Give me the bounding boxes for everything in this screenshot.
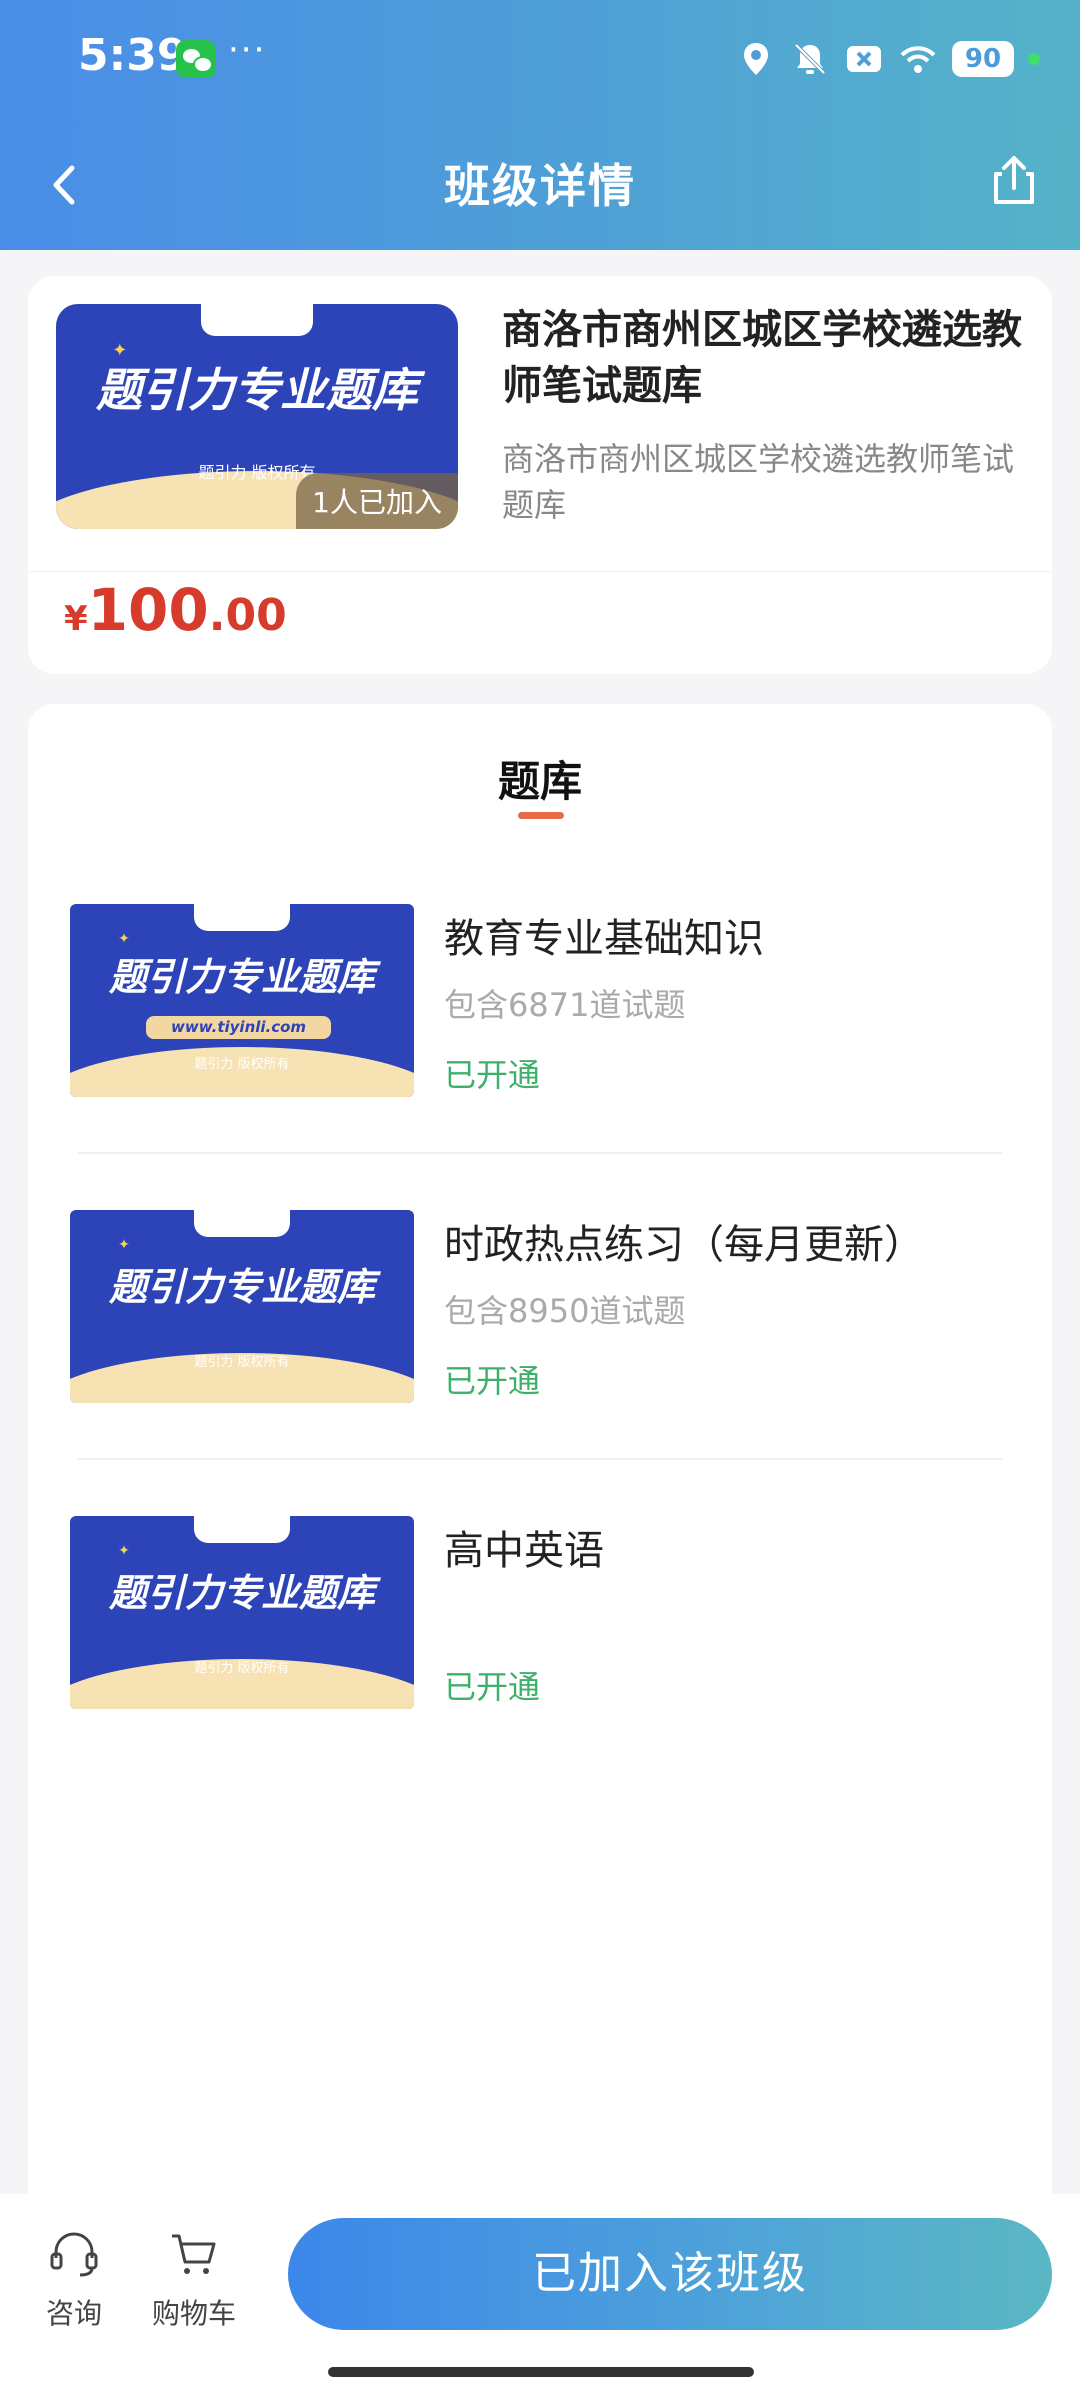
question-bank-section: 题库 ✦ 题引力专业题库 www.tiyinli.com 题引力 版权所有 教育… — [28, 704, 1052, 2204]
thumbnail-url: www.tiyinli.com — [145, 1015, 332, 1040]
battery-indicator: 90 — [952, 41, 1014, 77]
join-count-badge: 1人已加入 — [296, 473, 458, 529]
list-item[interactable]: ✦ 题引力专业题库 题引力 版权所有 高中英语 已开通 — [28, 1516, 1052, 1822]
close-box-icon — [847, 46, 881, 72]
item-thumbnail: ✦ 题引力专业题库 题引力 版权所有 — [70, 1516, 414, 1709]
item-thumbnail: ✦ 题引力专业题库 www.tiyinli.com 题引力 版权所有 — [70, 904, 414, 1097]
item-thumbnail: ✦ 题引力专业题库 题引力 版权所有 — [70, 1210, 414, 1403]
list-item[interactable]: ✦ 题引力专业题库 题引力 版权所有 时政热点练习（每月更新） 包含8950道试… — [28, 1210, 1052, 1516]
more-dots-icon: ··· — [228, 30, 267, 70]
item-count: 包含8950道试题 — [444, 1292, 686, 1330]
list-item[interactable]: ✦ 题引力专业题库 www.tiyinli.com 题引力 版权所有 教育专业基… — [28, 904, 1052, 1210]
item-status: 已开通 — [444, 1362, 541, 1400]
section-tab-indicator — [518, 812, 564, 819]
thumbnail-art: ✦ 题引力专业题库 www.tiyinli.com 题引力 版权所有 — [70, 904, 414, 1097]
cart-button[interactable]: 购物车 — [134, 2230, 254, 2332]
product-card: ✦ 题引力专业题库 题引力 版权所有 1人已加入 商洛市商州区城区学校遴选教师笔… — [28, 276, 1052, 674]
divider — [78, 1152, 1002, 1154]
status-icons: 90 — [736, 36, 1040, 82]
status-bar: 5:39 ··· 90 — [0, 0, 1080, 120]
headset-icon — [50, 2232, 98, 2277]
status-time: 5:39 — [78, 30, 188, 81]
price-integer: 100 — [87, 576, 209, 644]
thumbnail-brand: 题引力专业题库 — [108, 1571, 375, 1616]
thumbnail-copyright: 题引力 版权所有 — [194, 1056, 290, 1072]
item-status: 已开通 — [444, 1668, 541, 1706]
logo-tab — [200, 304, 314, 336]
cart-icon — [172, 2234, 216, 2274]
item-title: 高中英语 — [444, 1528, 604, 1574]
cart-label: 购物车 — [151, 2297, 236, 2330]
logo-tab — [193, 1210, 291, 1238]
star-icon: ✦ — [118, 931, 130, 948]
thumbnail-brand: 题引力专业题库 — [96, 362, 418, 417]
home-indicator[interactable] — [328, 2367, 754, 2377]
product-title: 商洛市商州区城区学校遴选教师笔试题库 — [502, 307, 1022, 409]
thumbnail-brand: 题引力专业题库 — [108, 955, 375, 1000]
privacy-dot — [1028, 53, 1040, 65]
divider — [78, 1458, 1002, 1460]
star-icon: ✦ — [118, 1543, 130, 1560]
header: 5:39 ··· 90 班级详情 — [0, 0, 1080, 250]
logo-tab — [193, 1516, 291, 1544]
price-decimal: .00 — [208, 590, 287, 641]
joined-class-button[interactable]: 已加入该班级 — [288, 2218, 1052, 2330]
star-icon: ✦ — [118, 1237, 130, 1254]
bell-off-icon — [794, 43, 826, 75]
page-title: 班级详情 — [444, 159, 636, 213]
share-icon[interactable] — [984, 150, 1044, 210]
product-subtitle: 商洛市商州区城区学校遴选教师笔试题库 — [502, 440, 1015, 524]
consult-label: 咨询 — [45, 2297, 102, 2330]
logo-tab — [193, 904, 291, 932]
item-status: 已开通 — [444, 1056, 541, 1094]
wechat-icon — [176, 40, 216, 78]
thumbnail-copyright: 题引力 版权所有 — [194, 1660, 290, 1676]
consult-button[interactable]: 咨询 — [14, 2230, 134, 2332]
thumbnail-art: ✦ 题引力专业题库 题引力 版权所有 — [70, 1516, 414, 1709]
divider — [28, 571, 1052, 572]
price-currency: ¥ — [64, 599, 88, 639]
wifi-icon — [900, 46, 936, 73]
item-count: 包含6871道试题 — [444, 986, 686, 1024]
price: ¥100.00 — [64, 576, 287, 644]
product-thumbnail: ✦ 题引力专业题库 题引力 版权所有 1人已加入 — [56, 304, 458, 529]
item-title: 教育专业基础知识 — [444, 916, 764, 962]
section-title: 题库 — [497, 757, 582, 806]
thumbnail-art: ✦ 题引力专业题库 题引力 版权所有 — [70, 1210, 414, 1403]
thumbnail-copyright: 题引力 版权所有 — [194, 1354, 290, 1370]
thumbnail-brand: 题引力专业题库 — [108, 1265, 375, 1310]
item-title: 时政热点练习（每月更新） — [444, 1222, 924, 1268]
location-icon — [744, 43, 768, 75]
